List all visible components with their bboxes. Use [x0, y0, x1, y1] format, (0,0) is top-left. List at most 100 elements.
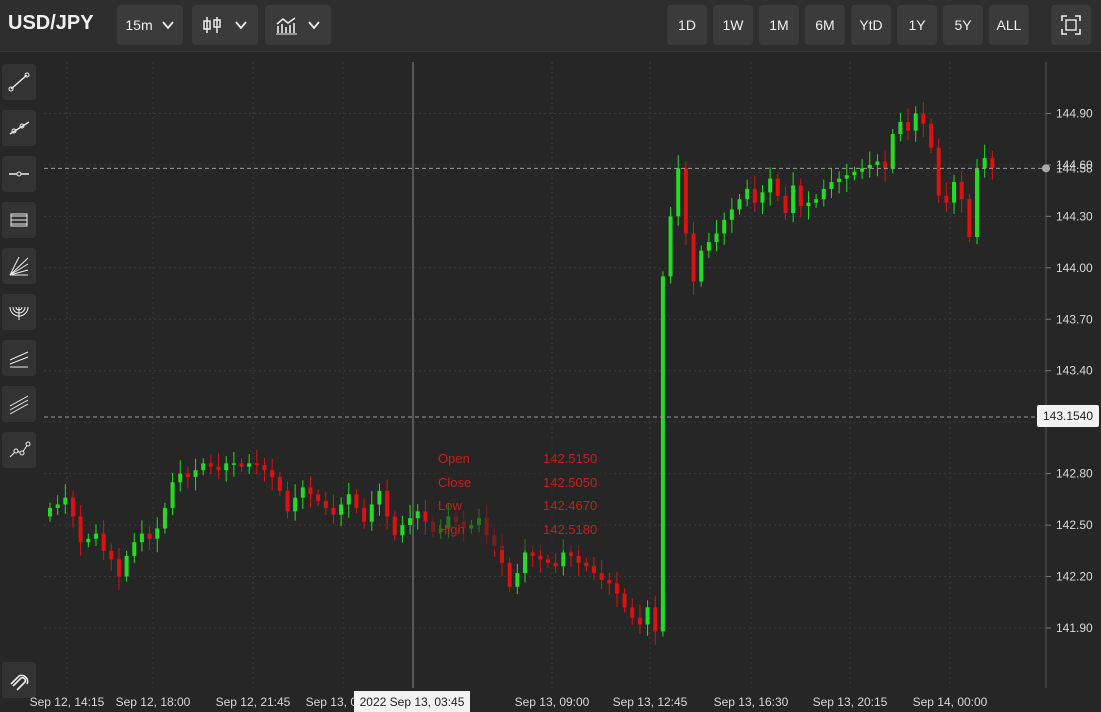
crosshair-time-label: 2022 Sep 13, 03:45: [354, 691, 470, 712]
candle: [331, 494, 336, 525]
y-tick-label: 144.60: [1056, 158, 1093, 172]
y-tick-label: 142.80: [1056, 467, 1093, 481]
y-tick-label: 143.40: [1056, 364, 1093, 378]
chart-toolbar: USD/JPY 15m 1D 1W 1M 6M YtD 1Y 5Y ALL: [0, 0, 1101, 52]
fullscreen-button[interactable]: [1051, 5, 1091, 45]
candle: [362, 498, 367, 529]
arc-tool[interactable]: [2, 294, 36, 330]
magnet-icon: [10, 674, 29, 691]
range-button-all[interactable]: ALL: [989, 5, 1029, 45]
candle: [277, 471, 282, 496]
candle: [147, 526, 152, 551]
candle: [124, 550, 129, 582]
drawing-tools-sidebar: [0, 52, 42, 712]
candle: [622, 588, 627, 613]
chart-type-select[interactable]: [192, 5, 258, 45]
candle: [262, 457, 267, 482]
candle: [798, 178, 803, 218]
candle: [346, 482, 351, 518]
candle: [967, 194, 972, 243]
ray-icon: [9, 121, 30, 135]
x-tick-label: Sep 12, 18:00: [116, 695, 191, 709]
price-chart[interactable]: 144.90 144.60 144.30 144.00 143.70 143.40 143.…: [0, 0, 1101, 712]
pitchfork-tool[interactable]: [2, 386, 36, 422]
indicators-icon: [276, 17, 297, 35]
candle: [55, 495, 60, 516]
candle: [293, 484, 298, 521]
candle: [377, 483, 382, 516]
candle: [706, 232, 711, 258]
interval-select[interactable]: 15m: [117, 5, 183, 45]
magnet-tool[interactable]: [2, 662, 36, 698]
y-axis-ticks: 144.90144.60144.30144.00143.70143.40143.…: [1046, 106, 1093, 635]
chevron-down-icon: [161, 21, 174, 30]
candle: [875, 154, 880, 177]
range-button-1d[interactable]: 1D: [667, 5, 707, 45]
x-tick-label: Sep 14, 00:00: [913, 695, 988, 709]
candle: [132, 532, 137, 564]
range-button-6m[interactable]: 6M: [805, 5, 845, 45]
candle: [867, 151, 872, 178]
y-tick-label: 144.90: [1056, 106, 1093, 120]
ray-tool[interactable]: [2, 110, 36, 146]
candle: [545, 554, 550, 568]
candle: [178, 460, 183, 492]
candle: [729, 198, 734, 234]
fan-icon: [9, 256, 29, 276]
horizontal-line-tool[interactable]: [2, 156, 36, 192]
y-tick-label: 143.70: [1056, 312, 1093, 326]
range-button-1w[interactable]: 1W: [713, 5, 753, 45]
candle: [883, 150, 888, 182]
tooltip-high: High 142.5180: [438, 522, 598, 537]
candle: [170, 472, 175, 516]
candle: [844, 163, 849, 193]
candle: [48, 502, 52, 522]
candle: [78, 505, 83, 556]
last-price-label: 144.58: [1056, 161, 1093, 175]
candle: [683, 161, 688, 245]
candle: [806, 191, 811, 220]
x-tick-label: Sep 12, 21:45: [216, 695, 291, 709]
candle: [415, 504, 420, 530]
candle: [760, 185, 765, 214]
candle: [745, 179, 750, 207]
range-button-1m[interactable]: 1M: [759, 5, 799, 45]
candle: [208, 454, 213, 474]
candle: [752, 175, 757, 212]
candle: [101, 520, 106, 561]
fan-tool[interactable]: [2, 248, 36, 284]
candle: [936, 138, 941, 203]
candle: [929, 118, 934, 153]
candle: [139, 520, 144, 552]
candle: [553, 553, 558, 574]
channel-tool[interactable]: [2, 202, 36, 238]
candle: [155, 517, 160, 553]
candle: [70, 490, 75, 528]
parallel-channel-tool[interactable]: [2, 340, 36, 376]
candle: [637, 604, 642, 634]
chevron-down-icon: [308, 21, 320, 30]
candle: [837, 171, 842, 194]
candle: [898, 112, 903, 142]
candle: [339, 497, 344, 527]
indicators-select[interactable]: [265, 5, 331, 45]
candle: [982, 144, 987, 178]
candle: [254, 449, 259, 475]
candle: [354, 489, 359, 514]
channel-icon: [10, 213, 28, 227]
x-tick-label: Sep 13, 16:30: [714, 695, 789, 709]
trendline-tool[interactable]: [2, 64, 36, 100]
tooltip-open: Open 142.5150: [438, 451, 598, 466]
candle: [668, 207, 673, 284]
candle: [829, 168, 834, 199]
candle: [316, 489, 321, 507]
y-tick-label: 142.20: [1056, 570, 1093, 584]
candle: [645, 600, 650, 636]
range-button-1y[interactable]: 1Y: [897, 5, 937, 45]
x-tick-label: Sep 13, 12:45: [613, 695, 688, 709]
range-button-5y[interactable]: 5Y: [943, 5, 983, 45]
path-tool[interactable]: [2, 432, 36, 468]
range-button-ytd[interactable]: YtD: [851, 5, 891, 45]
candle: [408, 504, 413, 535]
candle: [607, 572, 612, 595]
